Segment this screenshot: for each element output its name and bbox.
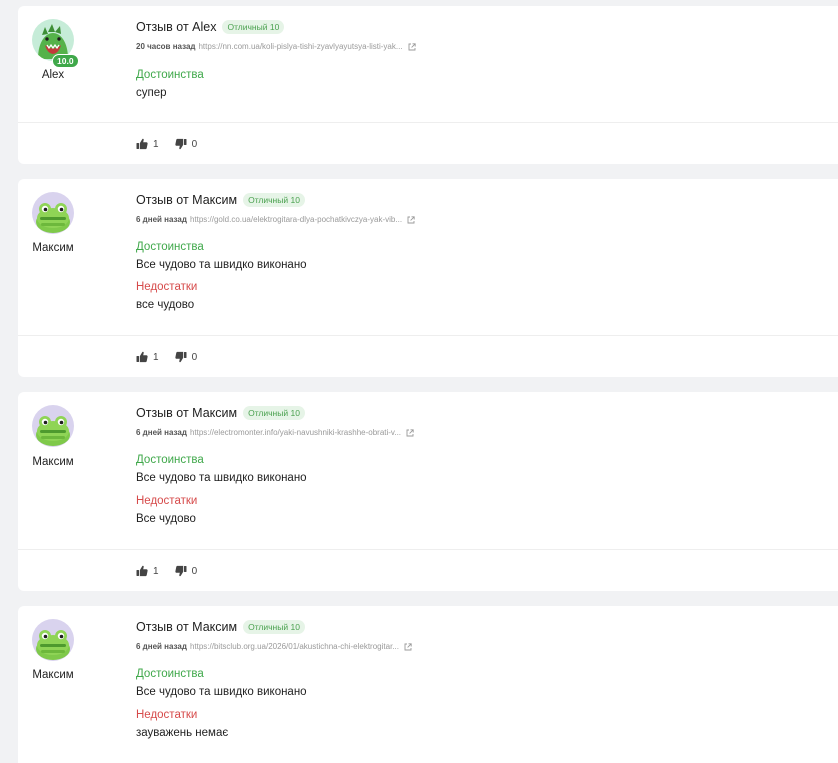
cons-label: Недостатки xyxy=(136,709,198,721)
frog-avatar-icon xyxy=(32,192,74,234)
like-count: 1 xyxy=(153,565,159,577)
pros-text: Все чудово та швидко виконано xyxy=(136,259,307,271)
external-link-icon[interactable] xyxy=(406,429,414,437)
vote-bar: 1 0 xyxy=(136,351,197,363)
thumbs-down-icon xyxy=(175,138,187,150)
review-time: 6 дней назад xyxy=(136,428,187,437)
source-link[interactable]: https://bitsclub.org.ua/2026/01/akustich… xyxy=(190,642,399,651)
dislike-count: 0 xyxy=(191,351,198,363)
divider xyxy=(18,335,838,336)
review-header: Отзыв от Alex Отличный 10 xyxy=(136,20,285,34)
review-header: Отзыв от Максим Отличный 10 xyxy=(136,193,305,207)
review-header: Отзыв от Максим Отличный 10 xyxy=(136,620,305,634)
thumbs-up-icon xyxy=(136,351,148,363)
thumbs-up-icon xyxy=(136,138,148,150)
dislike-button[interactable]: 0 xyxy=(175,565,198,577)
pros-text: Все чудово та швидко виконано xyxy=(136,472,307,484)
author-name: Alex xyxy=(41,69,65,81)
review-meta: 20 часов назад https://nn.com.ua/koli-pi… xyxy=(136,42,416,51)
author-name: Максим xyxy=(32,242,74,254)
review-title: Отзыв от Максим xyxy=(136,620,238,634)
cons-label: Недостатки xyxy=(136,281,198,293)
like-count: 1 xyxy=(153,351,159,363)
rating-badge: Отличный 10 xyxy=(222,20,285,34)
review-time: 6 дней назад xyxy=(136,215,187,224)
divider xyxy=(18,122,838,123)
pros-text: Все чудово та швидко виконано xyxy=(136,686,307,698)
vote-bar: 1 0 xyxy=(136,138,197,150)
like-count: 1 xyxy=(153,138,159,150)
review-meta: 6 дней назад https://gold.co.ua/elektrog… xyxy=(136,215,415,224)
review-meta: 6 дней назад https://electromonter.info/… xyxy=(136,428,414,437)
review-card: Максим Отзыв от Максим Отличный 10 6 дне… xyxy=(18,606,838,763)
frog-avatar-icon xyxy=(32,405,74,447)
pros-label: Достоинства xyxy=(136,668,204,680)
like-button[interactable]: 1 xyxy=(136,138,159,150)
review-title: Отзыв от Максим xyxy=(136,406,238,420)
cons-text: зауважень немає xyxy=(136,727,229,739)
cons-text: все чудово xyxy=(136,299,195,311)
review-title: Отзыв от Максим xyxy=(136,193,238,207)
review-meta: 6 дней назад https://bitsclub.org.ua/202… xyxy=(136,642,412,651)
pros-text: супер xyxy=(136,87,167,99)
external-link-icon[interactable] xyxy=(404,643,412,651)
source-link[interactable]: https://gold.co.ua/elektrogitara-dlya-po… xyxy=(190,215,402,224)
cons-label: Недостатки xyxy=(136,495,198,507)
pros-label: Достоинства xyxy=(136,241,204,253)
dislike-count: 0 xyxy=(191,565,198,577)
dislike-button[interactable]: 0 xyxy=(175,351,198,363)
review-title: Отзыв от Alex xyxy=(136,20,217,34)
rating-badge: Отличный 10 xyxy=(243,406,305,420)
review-card: Максим Отзыв от Максим Отличный 10 6 дне… xyxy=(18,392,838,591)
review-card: 10.0 Alex Отзыв от Alex Отличный 10 20 ч… xyxy=(18,6,838,164)
review-header: Отзыв от Максим Отличный 10 xyxy=(136,406,305,420)
divider xyxy=(18,549,838,550)
score-badge: 10.0 xyxy=(52,54,79,68)
review-time: 6 дней назад xyxy=(136,642,187,651)
vote-bar: 1 0 xyxy=(136,565,197,577)
cons-text: Все чудово xyxy=(136,513,196,525)
source-link[interactable]: https://electromonter.info/yaki-navushni… xyxy=(190,428,401,437)
like-button[interactable]: 1 xyxy=(136,351,159,363)
pros-label: Достоинства xyxy=(136,69,204,81)
review-card: Максим Отзыв от Максим Отличный 10 6 дне… xyxy=(18,179,838,377)
external-link-icon[interactable] xyxy=(408,43,416,51)
thumbs-down-icon xyxy=(175,351,187,363)
external-link-icon[interactable] xyxy=(407,216,415,224)
reviews-feed: 10.0 Alex Отзыв от Alex Отличный 10 20 ч… xyxy=(0,0,838,763)
rating-badge: Отличный 10 xyxy=(243,193,305,207)
rating-badge: Отличный 10 xyxy=(243,620,305,634)
frog-avatar-icon xyxy=(32,619,74,661)
thumbs-up-icon xyxy=(136,565,148,577)
dislike-count: 0 xyxy=(191,138,198,150)
source-link[interactable]: https://nn.com.ua/koli-pislya-tishi-zyav… xyxy=(198,42,402,51)
author-name: Максим xyxy=(32,456,74,468)
like-button[interactable]: 1 xyxy=(136,565,159,577)
thumbs-down-icon xyxy=(175,565,187,577)
dislike-button[interactable]: 0 xyxy=(175,138,198,150)
author-name: Максим xyxy=(32,669,74,681)
review-time: 20 часов назад xyxy=(136,42,196,51)
pros-label: Достоинства xyxy=(136,454,204,466)
